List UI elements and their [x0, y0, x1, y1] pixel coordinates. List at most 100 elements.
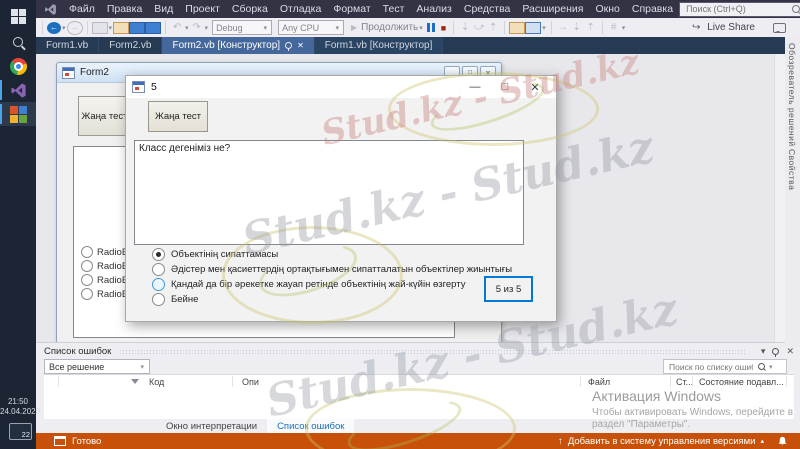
pin-icon[interactable]: [772, 348, 779, 355]
designer-new-test-button[interactable]: Жаңа тест: [78, 96, 131, 136]
stop-icon[interactable]: ■: [441, 23, 446, 33]
breakpoints-icon[interactable]: #: [607, 21, 621, 35]
caret-down-icon[interactable]: ▾: [185, 24, 189, 32]
taskbar-clock[interactable]: 21:50 24.04.2020: [0, 397, 36, 417]
error-scope-combo[interactable]: Все решение ▾: [44, 359, 150, 374]
tab-error-list[interactable]: Список ошибок: [267, 419, 354, 433]
error-search-input[interactable]: [667, 361, 755, 373]
save-icon[interactable]: [129, 22, 145, 34]
menu-view[interactable]: Вид: [148, 3, 179, 15]
clock-time: 21:50: [0, 397, 36, 407]
pin-icon[interactable]: [285, 42, 292, 49]
tab-properties[interactable]: Свойства: [787, 149, 797, 190]
designer-radio-option[interactable]: RadioB: [81, 260, 128, 272]
error-grid-body[interactable]: [44, 387, 794, 420]
answer-option-4[interactable]: Бейне: [152, 293, 198, 305]
quick-search-box[interactable]: [679, 2, 800, 17]
minimize-button[interactable]: —: [460, 81, 490, 94]
question-text: Класс дегеніміз не?: [139, 143, 230, 154]
open-file-icon[interactable]: [113, 22, 129, 34]
find-next-icon[interactable]: ⇣: [570, 21, 584, 35]
answer-option-1[interactable]: Объектінің сипаттамасы: [152, 248, 278, 260]
tab-form2-designer[interactable]: Form2.vb [Конструктор] ✕: [162, 37, 314, 54]
caret-down-icon[interactable]: ▾: [419, 24, 423, 32]
save-all-icon[interactable]: [145, 22, 161, 34]
navigate-back-icon[interactable]: ←: [47, 22, 61, 34]
caret-down-icon[interactable]: ▾: [542, 24, 546, 32]
tab-solution-explorer[interactable]: Обозреватель решений: [787, 43, 797, 147]
solution-explorer-icon[interactable]: [509, 22, 525, 34]
tab-form1-designer[interactable]: Form1.vb [Конструктор]: [315, 37, 444, 54]
continue-button[interactable]: Продолжить: [361, 22, 418, 33]
solution-config-combo[interactable]: Debug▾: [212, 20, 272, 35]
find-prev-icon[interactable]: ⇡: [584, 21, 598, 35]
designer-radio-option[interactable]: RadioB: [81, 246, 128, 258]
menu-file[interactable]: Файл: [63, 3, 101, 15]
menu-analyze[interactable]: Анализ: [410, 3, 457, 15]
designer-radio-option[interactable]: RadioB: [81, 274, 128, 286]
platform-combo[interactable]: Any CPU▾: [278, 20, 344, 35]
caret-down-icon[interactable]: ▾: [62, 24, 66, 32]
drag-handle[interactable]: [119, 349, 746, 354]
answer-option-2[interactable]: Әдістер мен қасиеттердің ортақтығымен си…: [152, 263, 512, 275]
menu-help[interactable]: Справка: [626, 3, 679, 15]
taskbar-running-app-button[interactable]: [0, 102, 36, 126]
question-textbox[interactable]: Класс дегеніміз не?: [134, 140, 524, 245]
menu-edit[interactable]: Правка: [101, 3, 148, 15]
tab-immediate-window[interactable]: Окно интерпретации: [156, 419, 267, 433]
close-button[interactable]: ✕: [520, 81, 550, 94]
new-project-icon[interactable]: [92, 22, 108, 34]
radio-icon[interactable]: [152, 263, 165, 276]
radio-icon[interactable]: [152, 293, 165, 306]
close-panel-icon[interactable]: ✕: [786, 346, 794, 357]
caret-down-icon[interactable]: ▾: [622, 24, 626, 32]
redo-icon[interactable]: ↷: [190, 21, 204, 35]
live-share-button[interactable]: ↪ Live Share: [689, 21, 755, 35]
step-into-icon[interactable]: ⇣: [458, 21, 472, 35]
taskbar-search-button[interactable]: [0, 30, 36, 54]
error-list-header[interactable]: Список ошибок ▾ ✕: [44, 345, 794, 357]
tab-form2-vb[interactable]: Form2.vb: [99, 37, 162, 54]
window-position-icon[interactable]: ▾: [761, 346, 766, 357]
menu-debug[interactable]: Отладка: [274, 3, 328, 15]
source-control-button[interactable]: ↑ Добавить в систему управления версиями…: [558, 436, 788, 447]
close-tab-icon[interactable]: ✕: [297, 41, 304, 50]
menu-format[interactable]: Формат: [327, 3, 376, 15]
step-over-icon[interactable]: ⤻: [472, 21, 486, 35]
play-icon[interactable]: ▶: [347, 21, 361, 35]
caret-down-icon[interactable]: ▾: [205, 24, 209, 32]
dialog-titlebar[interactable]: 5 — □ ✕: [126, 76, 556, 98]
radio-selected-icon[interactable]: [152, 248, 165, 261]
preview-window-icon[interactable]: [525, 22, 541, 34]
menu-test[interactable]: Тест: [377, 3, 411, 15]
maximize-button[interactable]: □: [490, 81, 520, 94]
error-search-box[interactable]: ▾: [663, 359, 787, 374]
designer-radio-option[interactable]: RadioB: [81, 288, 128, 300]
quick-search-input[interactable]: [684, 3, 788, 15]
taskbar-visual-studio-button[interactable]: [0, 78, 36, 102]
navigate-forward-icon[interactable]: →: [67, 21, 83, 35]
toolbar-grip: [42, 21, 43, 34]
caret-down-icon[interactable]: ▾: [109, 24, 113, 32]
new-test-button[interactable]: Жаңа тест: [148, 101, 208, 132]
go-to-icon[interactable]: →: [556, 21, 570, 35]
pause-icon[interactable]: [427, 23, 435, 32]
undo-icon[interactable]: ↶: [170, 21, 184, 35]
menu-project[interactable]: Проект: [179, 3, 226, 15]
menu-extensions[interactable]: Расширения: [516, 3, 589, 15]
start-button[interactable]: [0, 4, 36, 28]
answer-option-3[interactable]: Қандай да бір әрекетке жауап ретінде объ…: [152, 278, 465, 290]
vs-titlebar: Файл Правка Вид Проект Сборка Отладка Фо…: [36, 0, 800, 18]
notifications-bell-icon[interactable]: [777, 436, 788, 447]
menu-tools[interactable]: Средства: [458, 3, 517, 15]
menu-window[interactable]: Окно: [589, 3, 625, 15]
tab-form1-vb[interactable]: Form1.vb: [36, 37, 99, 54]
feedback-icon[interactable]: [773, 23, 786, 33]
radio-hover-icon[interactable]: [152, 278, 165, 291]
taskbar-chrome-button[interactable]: [0, 54, 36, 78]
question-counter-button[interactable]: 5 из 5: [484, 276, 533, 302]
notification-center-button[interactable]: 22: [9, 423, 32, 440]
menu-build[interactable]: Сборка: [226, 3, 274, 15]
step-out-icon[interactable]: ⇡: [486, 21, 500, 35]
caret-down-icon[interactable]: ▾: [769, 363, 773, 371]
